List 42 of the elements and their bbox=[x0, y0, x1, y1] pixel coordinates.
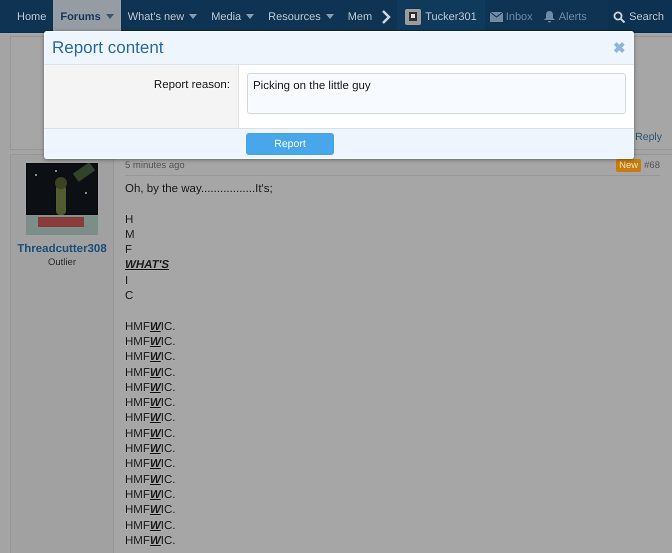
post-text: WHAT'S bbox=[125, 258, 170, 274]
post-text: HMFWIC. bbox=[125, 503, 176, 518]
report-reason-field[interactable]: Picking on the little guy bbox=[247, 73, 626, 114]
dialog-title: Report content bbox=[52, 38, 164, 58]
nav-tab[interactable]: Resources bbox=[261, 0, 341, 33]
avatar-icon bbox=[405, 8, 422, 24]
user-link[interactable]: Tucker301 bbox=[397, 0, 485, 33]
post-text: HMFWIC. bbox=[125, 366, 176, 381]
post-text: H bbox=[125, 212, 134, 228]
inbox-link[interactable]: Inbox bbox=[484, 0, 538, 33]
post-text: HMFWIC. bbox=[125, 396, 176, 412]
field-label: Report reason: bbox=[44, 65, 239, 128]
envelope-icon bbox=[490, 10, 503, 22]
nav-tab[interactable]: Mem bbox=[340, 0, 380, 33]
post-text: HMFWIC. bbox=[125, 518, 176, 534]
chevron-right-icon[interactable] bbox=[381, 10, 392, 24]
post-text: HMFWIC. bbox=[125, 380, 176, 396]
bell-icon bbox=[542, 10, 556, 22]
new-badge: New bbox=[616, 159, 642, 172]
post-text: HMFWIC. bbox=[125, 442, 176, 458]
post-text: HMFWIC. bbox=[125, 472, 176, 488]
post-text: HMFWIC. bbox=[125, 334, 176, 350]
nav-tab[interactable]: Home bbox=[10, 0, 54, 33]
post-time: 5 minutes ago bbox=[125, 160, 186, 171]
post-text: HMFWIC. bbox=[125, 426, 176, 442]
post-text: HMFWIC. bbox=[125, 411, 176, 426]
search-icon bbox=[613, 10, 626, 22]
post-text: I bbox=[125, 274, 130, 289]
user-title: Outlier bbox=[48, 257, 76, 268]
post-text: C bbox=[125, 289, 134, 304]
nav-tab[interactable]: What's new bbox=[120, 0, 204, 33]
post-text: Oh, by the way.................It's; bbox=[125, 182, 274, 197]
post-text: HMFWIC. bbox=[125, 488, 176, 503]
post-text: HMFWIC. bbox=[125, 350, 176, 366]
post-text: M bbox=[125, 228, 136, 243]
nav-tab[interactable]: Media bbox=[204, 0, 262, 33]
nav-tab[interactable]: Forums bbox=[53, 0, 121, 33]
post-text: HMFWIC. bbox=[125, 320, 176, 335]
post-text: F bbox=[125, 243, 134, 258]
post-text: HMFWIC. bbox=[125, 534, 176, 549]
alerts-link[interactable]: Alerts bbox=[538, 0, 592, 33]
post-text: HMFWIC. bbox=[125, 457, 176, 472]
